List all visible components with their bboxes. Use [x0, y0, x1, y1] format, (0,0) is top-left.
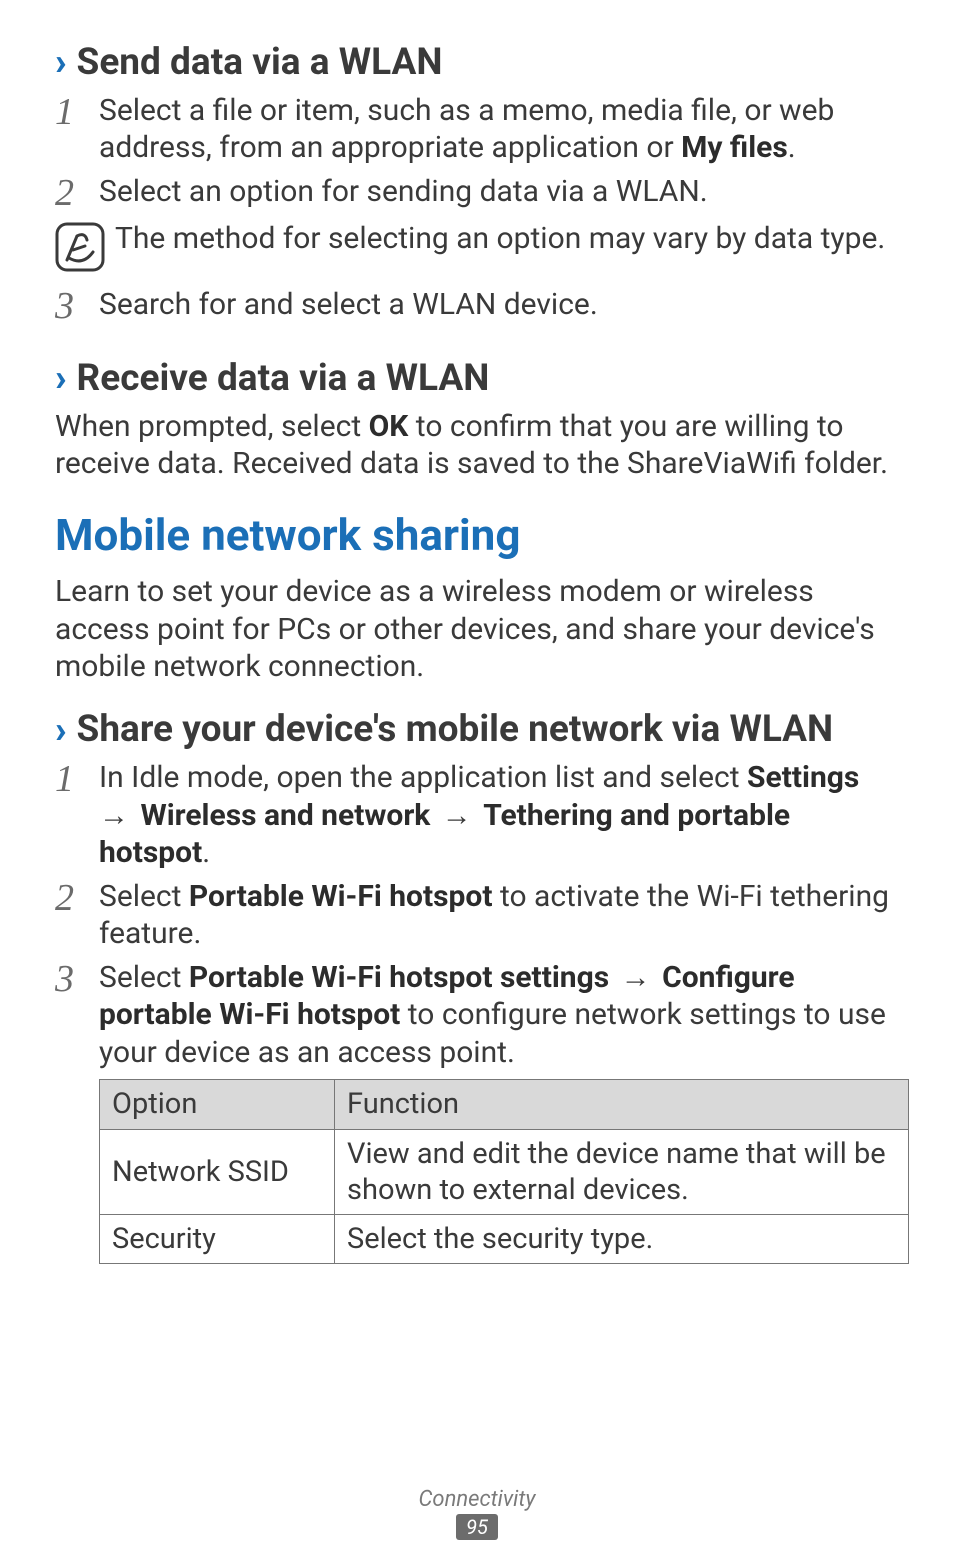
arrow-icon: → — [613, 960, 658, 995]
heading-send-wlan: › Send data via a WLAN — [55, 40, 899, 86]
document-page: › Send data via a WLAN 1 Select a file o… — [0, 0, 954, 1566]
step-bold: Portable Wi-Fi hotspot settings — [189, 960, 609, 995]
step-row: 1 Select a file or item, such as a memo,… — [55, 92, 899, 167]
step-body: Select Portable Wi-Fi hotspot settings →… — [99, 959, 899, 1072]
chevron-right-icon: › — [55, 708, 67, 754]
step-text: Search for and select a WLAN device. — [99, 287, 598, 322]
heading-share-mobile: › Share your device's mobile network via… — [55, 708, 899, 754]
heading-text: Share your device's mobile network via W… — [77, 708, 834, 752]
table-cell-function: View and edit the device name that will … — [335, 1129, 909, 1215]
step-text: Select — [99, 960, 189, 995]
table-header-row: Option Function — [100, 1080, 909, 1129]
options-table: Option Function Network SSID View and ed… — [99, 1079, 909, 1264]
step-body: Select a file or item, such as a memo, m… — [99, 92, 899, 167]
step-row: 3 Search for and select a WLAN device. — [55, 286, 899, 328]
step-bold: Wireless and network — [140, 798, 430, 833]
chevron-right-icon: › — [55, 40, 67, 86]
step-body: Select an option for sending data via a … — [99, 173, 899, 211]
step-row: 2 Select Portable Wi-Fi hotspot to activ… — [55, 878, 899, 953]
step-bold: My files — [681, 130, 788, 165]
arrow-icon: → — [434, 798, 479, 833]
heading-text: Send data via a WLAN — [77, 41, 443, 85]
main-heading: Mobile network sharing — [55, 511, 899, 559]
step-number: 2 — [55, 878, 99, 920]
step-text: . — [788, 130, 796, 165]
step-number: 2 — [55, 173, 99, 215]
note-icon — [55, 222, 105, 272]
step-bold: Portable Wi-Fi hotspot — [189, 879, 493, 914]
table-header-option: Option — [100, 1080, 335, 1129]
table-row: Security Select the security type. — [100, 1215, 909, 1264]
step-body: Select Portable Wi-Fi hotspot to activat… — [99, 878, 899, 953]
page-footer: Connectivity 95 — [0, 1487, 954, 1540]
arrow-icon: → — [99, 798, 136, 833]
footer-section-label: Connectivity — [0, 1487, 954, 1512]
chevron-right-icon: › — [55, 356, 67, 402]
page-number-badge: 95 — [456, 1514, 498, 1540]
step-text: In Idle mode, open the application list … — [99, 760, 747, 795]
para-text: When prompted, select — [55, 409, 369, 444]
table-cell-option: Security — [100, 1215, 335, 1264]
note-row: The method for selecting an option may v… — [55, 220, 899, 272]
step-text: Select — [99, 879, 189, 914]
heading-text: Receive data via a WLAN — [77, 357, 490, 401]
step-row: 2 Select an option for sending data via … — [55, 173, 899, 215]
table-header-function: Function — [335, 1080, 909, 1129]
step-number: 1 — [55, 92, 99, 134]
step-text: . — [202, 835, 210, 870]
para-intro: Learn to set your device as a wireless m… — [55, 573, 899, 686]
table-cell-option: Network SSID — [100, 1129, 335, 1215]
step-body: Search for and select a WLAN device. — [99, 286, 899, 324]
note-text: The method for selecting an option may v… — [115, 220, 899, 258]
table-row: Network SSID View and edit the device na… — [100, 1129, 909, 1215]
step-number: 3 — [55, 286, 99, 328]
step-row: 1 In Idle mode, open the application lis… — [55, 759, 899, 872]
para-receive-wlan: When prompted, select OK to confirm that… — [55, 408, 899, 483]
step-number: 3 — [55, 959, 99, 1001]
step-bold: Settings — [747, 760, 859, 795]
step-number: 1 — [55, 759, 99, 801]
para-bold: OK — [369, 409, 409, 444]
step-body: In Idle mode, open the application list … — [99, 759, 899, 872]
table-cell-function: Select the security type. — [335, 1215, 909, 1264]
step-row: 3 Select Portable Wi-Fi hotspot settings… — [55, 959, 899, 1072]
step-text: Select an option for sending data via a … — [99, 174, 708, 209]
heading-receive-wlan: › Receive data via a WLAN — [55, 356, 899, 402]
